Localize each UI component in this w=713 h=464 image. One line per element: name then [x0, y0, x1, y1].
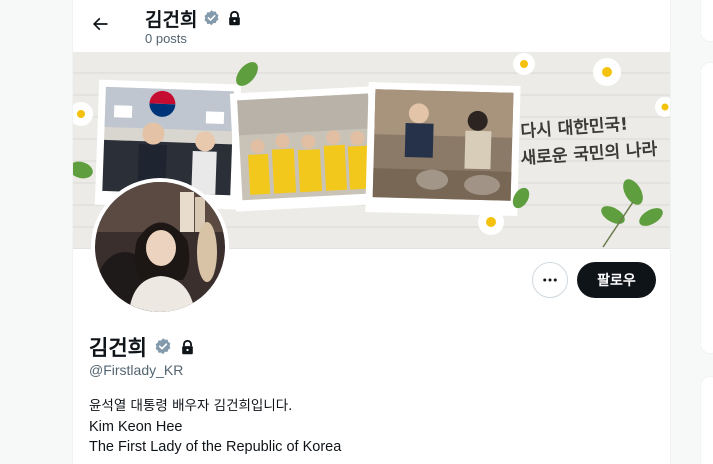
- right-sidebar-card: [700, 376, 713, 464]
- more-icon: [543, 278, 557, 282]
- lock-icon: [182, 339, 193, 354]
- right-sidebar-card: [700, 62, 713, 354]
- profile-display-name: 김건희: [89, 336, 147, 360]
- back-arrow-icon: [92, 17, 108, 31]
- post-count: 0 posts: [145, 31, 187, 46]
- profile-handle: @Firstlady_KR: [89, 362, 184, 378]
- right-sidebar-card: [700, 0, 713, 42]
- follow-button[interactable]: 팔로우: [577, 262, 656, 298]
- avatar-image: [95, 182, 225, 312]
- lock-icon: [229, 10, 241, 26]
- avatar[interactable]: [91, 178, 229, 316]
- header-name-row: 김건희: [145, 5, 243, 32]
- profile-bio: 윤석열 대통령 배우자 김건희입니다. Kim Keon Hee The Fir…: [89, 396, 341, 458]
- profile-header: 김건희 0 posts: [73, 0, 670, 52]
- bio-line: 윤석열 대통령 배우자 김건희입니다.: [89, 398, 293, 414]
- header-display-name: 김건희: [145, 9, 198, 31]
- bio-line: The First Lady of the Republic of Korea: [89, 439, 342, 455]
- bio-line: Kim Keon Hee: [89, 418, 183, 435]
- more-button[interactable]: [532, 262, 568, 298]
- verified-badge-icon: [155, 338, 171, 355]
- profile-name-row: 김건희: [89, 332, 196, 362]
- back-button[interactable]: [85, 9, 115, 39]
- verified-badge-icon: [204, 10, 219, 26]
- profile-column: 김건희 0 posts 다시 대한민국! 새로운 국민의 나라 팔로우 김건희 …: [72, 0, 671, 464]
